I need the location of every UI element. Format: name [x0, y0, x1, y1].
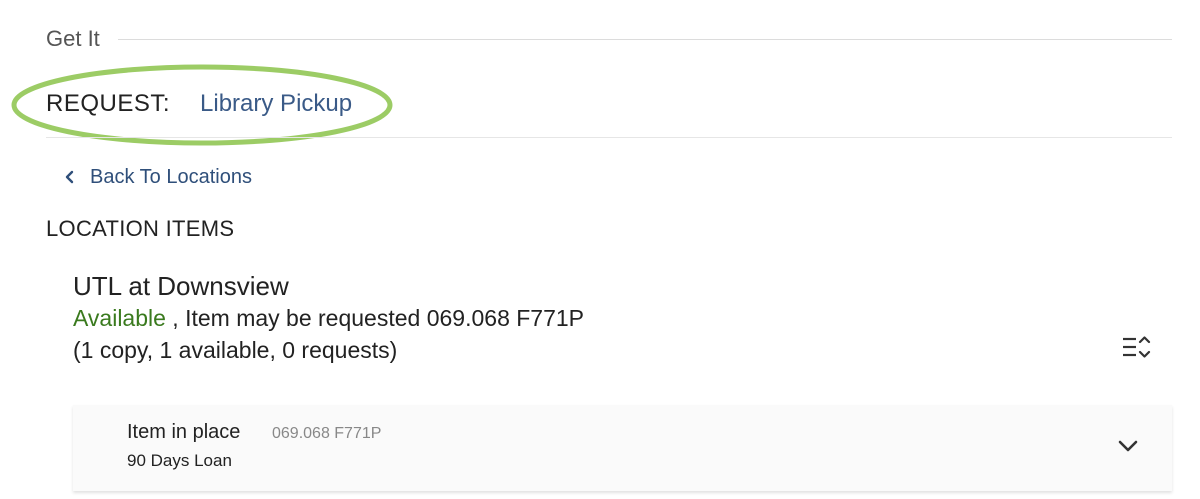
- status-detail: , Item may be requested 069.068 F771P: [165, 305, 585, 331]
- section-header: Get It: [46, 22, 1172, 56]
- section-divider: [117, 38, 1172, 40]
- item-call-number: 069.068 F771P: [272, 425, 382, 442]
- section-title: Get It: [46, 26, 100, 51]
- item-status: Item in place: [127, 421, 241, 443]
- item-row[interactable]: Item in place 069.068 F771P 90 Days Loan: [73, 405, 1172, 491]
- location-items-heading: LOCATION ITEMS: [46, 216, 235, 241]
- back-link-label: Back To Locations: [90, 165, 252, 188]
- sort-list-icon[interactable]: [1121, 333, 1151, 361]
- item-loan-policy: 90 Days Loan: [127, 451, 232, 470]
- location-name: UTL at Downsview: [73, 271, 289, 301]
- back-to-locations-link[interactable]: Back To Locations: [64, 163, 252, 191]
- copies-summary: (1 copy, 1 available, 0 requests): [73, 337, 398, 363]
- chevron-down-icon[interactable]: [1117, 438, 1139, 454]
- library-pickup-link[interactable]: Library Pickup: [200, 90, 352, 118]
- availability-line: Available , Item may be requested 069.06…: [73, 302, 1153, 334]
- chevron-left-icon: [65, 170, 74, 184]
- location-summary: UTL at Downsview Available , Item may be…: [73, 270, 1153, 366]
- request-row: REQUEST: Library Pickup: [46, 82, 352, 126]
- request-divider: [46, 137, 1172, 138]
- status-available: Available: [73, 305, 166, 331]
- get-it-panel: Get It REQUEST: Library Pickup Back To L…: [0, 0, 1200, 499]
- request-label: REQUEST:: [46, 90, 171, 117]
